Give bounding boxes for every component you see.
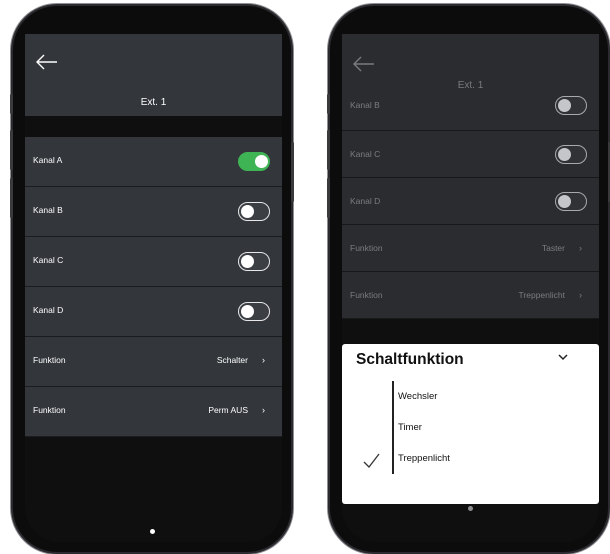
row-label: Funktion xyxy=(33,405,66,415)
row-label: Kanal D xyxy=(350,196,381,206)
list-item-kanal-a[interactable]: Kanal A xyxy=(25,137,282,187)
row-label: Kanal C xyxy=(350,149,381,159)
row-value: Taster xyxy=(541,243,565,253)
toggle-knob xyxy=(240,254,254,268)
screen-left: Ext. 1 Kanal A Kanal B Kanal C Kanal D F… xyxy=(25,34,282,542)
list-item-funktion-1[interactable]: Funktion Taster › xyxy=(342,225,599,272)
chevron-right-icon: › xyxy=(262,355,265,365)
toggle-knob xyxy=(557,194,571,208)
toggle-kanal-b[interactable] xyxy=(238,202,270,221)
list-item-kanal-c[interactable]: Kanal C xyxy=(342,131,599,178)
row-label: Kanal B xyxy=(350,100,380,110)
row-label: Funktion xyxy=(350,290,383,300)
page-indicator-dot xyxy=(150,529,155,534)
settings-list: Kanal A Kanal B Kanal C Kanal D Funktion… xyxy=(25,137,282,437)
list-item-kanal-d[interactable]: Kanal D xyxy=(25,287,282,337)
phone-frame-left: Ext. 1 Kanal A Kanal B Kanal C Kanal D F… xyxy=(10,6,294,552)
arrow-left-icon[interactable] xyxy=(351,54,377,74)
toggle-knob xyxy=(240,304,254,318)
toggle-knob xyxy=(557,98,571,112)
volume-down-button xyxy=(327,178,330,218)
row-value: Schalter xyxy=(216,355,248,365)
settings-list: Kanal B Kanal C Kanal D Funktion Taster … xyxy=(342,96,599,319)
page-indicator-dot xyxy=(468,506,473,511)
row-label: Funktion xyxy=(350,243,383,253)
volume-down-button xyxy=(10,178,13,218)
list-item-kanal-d[interactable]: Kanal D xyxy=(342,178,599,225)
list-item-kanal-b[interactable]: Kanal B xyxy=(25,187,282,237)
toggle-kanal-d[interactable] xyxy=(555,192,587,211)
bottom-sheet: Schaltfunktion Wechsler Timer Treppenlic… xyxy=(342,344,599,504)
arrow-left-icon[interactable] xyxy=(34,52,60,72)
chevron-right-icon: › xyxy=(579,243,582,253)
mute-switch xyxy=(327,94,330,114)
toggle-kanal-d[interactable] xyxy=(238,302,270,321)
row-label: Kanal C xyxy=(33,255,64,265)
list-item-funktion-1[interactable]: Funktion Schalter › xyxy=(25,337,282,387)
mute-switch xyxy=(10,94,13,114)
row-label: Kanal D xyxy=(33,305,64,315)
toggle-kanal-a[interactable] xyxy=(238,152,270,171)
chevron-right-icon: › xyxy=(579,290,582,300)
toggle-kanal-c[interactable] xyxy=(555,145,587,164)
toggle-knob xyxy=(240,204,254,218)
sheet-title: Schaltfunktion xyxy=(356,351,464,368)
volume-up-button xyxy=(10,130,13,170)
row-label: Kanal A xyxy=(33,155,63,165)
toggle-knob xyxy=(254,154,268,168)
toggle-knob xyxy=(557,147,571,161)
app-bar: Ext. 1 xyxy=(25,34,282,116)
row-value: Perm AUS xyxy=(208,405,248,415)
checkmark-icon xyxy=(363,453,380,468)
phone-frame-right: Kanal B Kanal C Kanal D Funktion Taster … xyxy=(327,6,610,552)
option-timer[interactable]: Timer xyxy=(398,422,422,433)
power-button xyxy=(291,142,294,202)
row-value: Treppenlicht xyxy=(518,290,565,300)
chevron-right-icon: › xyxy=(262,405,265,415)
option-divider xyxy=(392,381,394,474)
page-title: Ext. 1 xyxy=(457,80,484,91)
screen-right: Kanal B Kanal C Kanal D Funktion Taster … xyxy=(342,34,599,542)
row-label: Kanal B xyxy=(33,205,63,215)
volume-up-button xyxy=(327,130,330,170)
option-wechsler[interactable]: Wechsler xyxy=(398,391,437,402)
toggle-kanal-c[interactable] xyxy=(238,252,270,271)
toggle-kanal-b[interactable] xyxy=(555,96,587,115)
option-treppenlicht[interactable]: Treppenlicht xyxy=(398,453,450,464)
list-item-kanal-b[interactable]: Kanal B xyxy=(342,96,599,131)
list-item-funktion-2[interactable]: Funktion Treppenlicht › xyxy=(342,272,599,319)
list-item-funktion-2[interactable]: Funktion Perm AUS › xyxy=(25,387,282,437)
row-label: Funktion xyxy=(33,355,66,365)
app-bar: Ext. 1 xyxy=(342,34,599,96)
page-title: Ext. 1 xyxy=(140,97,167,108)
chevron-down-icon[interactable] xyxy=(556,352,570,364)
list-item-kanal-c[interactable]: Kanal C xyxy=(25,237,282,287)
